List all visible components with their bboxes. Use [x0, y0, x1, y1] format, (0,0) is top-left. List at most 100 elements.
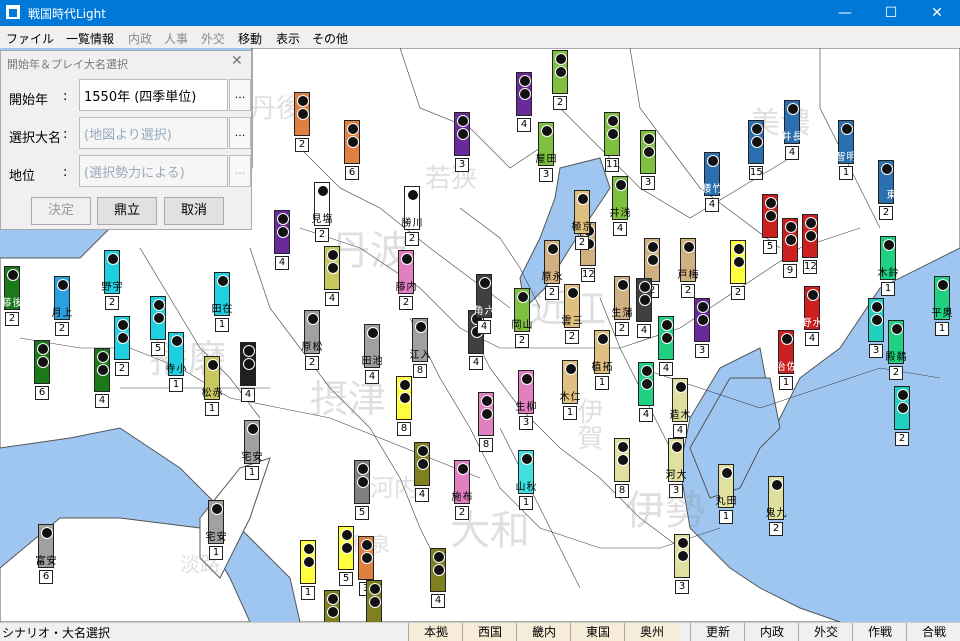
castle-marker[interactable]: 九鬼 2	[763, 476, 785, 536]
castle-marker[interactable]: 2	[324, 590, 340, 622]
castle-marker[interactable]: 安富 6	[33, 524, 55, 584]
castle-marker[interactable]: 5	[354, 460, 370, 520]
castle-marker[interactable]: 秋山 1	[513, 450, 535, 510]
menu-view[interactable]: 表示	[276, 30, 300, 47]
castle-marker[interactable]: 安宅 1	[203, 500, 225, 560]
castle-marker[interactable]: 4	[240, 342, 256, 402]
maximize-button[interactable]: ☐	[868, 0, 914, 26]
castle-marker[interactable]: 2	[552, 50, 568, 110]
strategy-button[interactable]: 作戦	[852, 623, 907, 641]
castle-marker[interactable]: 鈴木 1	[875, 236, 897, 296]
castle-marker[interactable]: 12	[802, 214, 818, 274]
castle-marker[interactable]: 4	[516, 72, 532, 132]
castle-marker[interactable]: 3	[366, 580, 382, 622]
castle-marker[interactable]: 2	[114, 316, 130, 376]
menu-file[interactable]: ファイル	[6, 30, 54, 47]
minimize-button[interactable]: —	[822, 0, 868, 26]
castle-marker[interactable]: 後藤 2	[0, 266, 21, 326]
castle-marker[interactable]: 2	[294, 92, 310, 152]
castle-marker[interactable]: 9	[782, 218, 798, 278]
castle-marker[interactable]: 六角 4	[471, 274, 493, 334]
castle-marker[interactable]: 8	[396, 376, 412, 436]
castle-marker[interactable]: 三雲 2	[559, 284, 581, 344]
castle-marker[interactable]: 3	[694, 298, 710, 358]
rank-field[interactable]: (選択勢力による)	[79, 155, 228, 187]
diplomacy-button[interactable]: 外交	[798, 623, 853, 641]
castle-marker[interactable]: 竹腰 4	[699, 152, 721, 212]
castle-marker[interactable]: 長井 4	[779, 100, 801, 160]
castle-marker[interactable]: 川勝 2	[399, 186, 421, 246]
castle-marker[interactable]: 3	[674, 534, 690, 594]
menu-diplomacy[interactable]: 外交	[201, 30, 225, 47]
castle-marker[interactable]: 佐治 1	[773, 330, 795, 390]
battle-button[interactable]: 合戦	[906, 623, 960, 641]
castle-marker[interactable]: 永原 2	[539, 240, 561, 300]
castle-marker[interactable]: 京極 2	[569, 190, 591, 250]
castle-marker[interactable]: 奥平 1	[929, 276, 951, 336]
castle-marker[interactable]: 在田 1	[209, 272, 231, 332]
castle-marker[interactable]: 松原 2	[299, 310, 321, 370]
castle-marker[interactable]: 8	[614, 438, 630, 498]
update-button[interactable]: 更新	[690, 623, 745, 641]
castle-marker[interactable]: 15	[748, 120, 764, 180]
domestic-button[interactable]: 内政	[744, 623, 799, 641]
close-button[interactable]: ✕	[914, 0, 960, 26]
castle-marker[interactable]: 田屋 3	[533, 122, 555, 182]
castle-marker[interactable]: 蒲生 2	[609, 276, 631, 336]
castle-marker[interactable]: 入江 8	[407, 318, 429, 378]
daimyo-more-button[interactable]: ...	[229, 117, 251, 149]
castle-marker[interactable]: 4	[658, 316, 674, 376]
daimyo-field[interactable]: (地図より選択)	[79, 117, 228, 149]
cancel-button[interactable]: 取消	[164, 197, 224, 225]
region-tab-kinai[interactable]: 畿内	[516, 623, 571, 641]
castle-marker[interactable]: 塩見 2	[309, 182, 331, 242]
menu-move[interactable]: 移動	[238, 30, 262, 47]
castle-marker[interactable]: 浅井 4	[607, 176, 629, 236]
castle-marker[interactable]: 5	[150, 296, 166, 356]
castle-marker[interactable]: 木造 4	[667, 378, 689, 438]
castle-marker[interactable]: 4	[638, 362, 654, 422]
castle-marker[interactable]: 上月 2	[49, 276, 71, 336]
castle-marker[interactable]: 3	[454, 112, 470, 172]
menu-list-info[interactable]: 一覧情報	[66, 30, 114, 47]
start-year-more-button[interactable]: ...	[229, 79, 251, 111]
castle-marker[interactable]: 赤松 1	[199, 356, 221, 416]
castle-marker[interactable]: 1	[300, 540, 316, 600]
castle-marker[interactable]: 2	[730, 240, 746, 300]
castle-marker[interactable]: 山岡 2	[509, 288, 531, 348]
castle-marker[interactable]: 布施 2	[449, 460, 471, 520]
castle-marker[interactable]: 8	[478, 392, 494, 452]
castle-marker[interactable]: 3	[640, 130, 656, 190]
castle-marker[interactable]: 4	[636, 278, 652, 338]
castle-marker[interactable]: 大河 3	[663, 438, 685, 498]
castle-marker[interactable]: 拓植 1	[589, 330, 611, 390]
castle-marker[interactable]: 6	[34, 340, 50, 400]
castle-marker[interactable]: 内藤 2	[393, 250, 415, 310]
castle-marker[interactable]: 4	[324, 246, 340, 306]
castle-marker[interactable]: 6	[344, 120, 360, 180]
castle-marker[interactable]: 鵜殿 2	[883, 320, 905, 380]
region-tab-togoku[interactable]: 東国	[570, 623, 625, 641]
castle-marker[interactable]: 4	[94, 348, 110, 408]
castle-marker[interactable]: 2	[894, 386, 910, 446]
castle-marker[interactable]: 東2	[878, 160, 895, 220]
castle-marker[interactable]: 柳生 3	[513, 370, 535, 430]
castle-marker[interactable]: 11	[604, 112, 620, 172]
castle-marker[interactable]: 小寺 1	[163, 332, 185, 392]
castle-marker[interactable]: 4	[430, 548, 446, 608]
menu-other[interactable]: その他	[312, 30, 348, 47]
castle-marker[interactable]: 梅戸 2	[675, 238, 697, 298]
castle-marker[interactable]: 4	[274, 210, 290, 270]
menu-personnel[interactable]: 人事	[164, 30, 188, 47]
decide-button[interactable]: 決定	[31, 197, 91, 225]
region-tab-saigoku[interactable]: 西国	[462, 623, 517, 641]
region-tab-oshu[interactable]: 奥州	[624, 623, 679, 641]
kanritsu-button[interactable]: 鼎立	[97, 197, 157, 225]
castle-marker[interactable]: 安宅 1	[239, 420, 261, 480]
castle-marker[interactable]: 5	[762, 194, 778, 254]
region-tab-honkyo[interactable]: 本拠	[408, 623, 463, 641]
castle-marker[interactable]: 明智 1	[833, 120, 855, 180]
castle-marker[interactable]: 宇野 2	[99, 250, 121, 310]
castle-marker[interactable]: 3	[868, 298, 884, 358]
menu-domestic[interactable]: 内政	[128, 30, 152, 47]
